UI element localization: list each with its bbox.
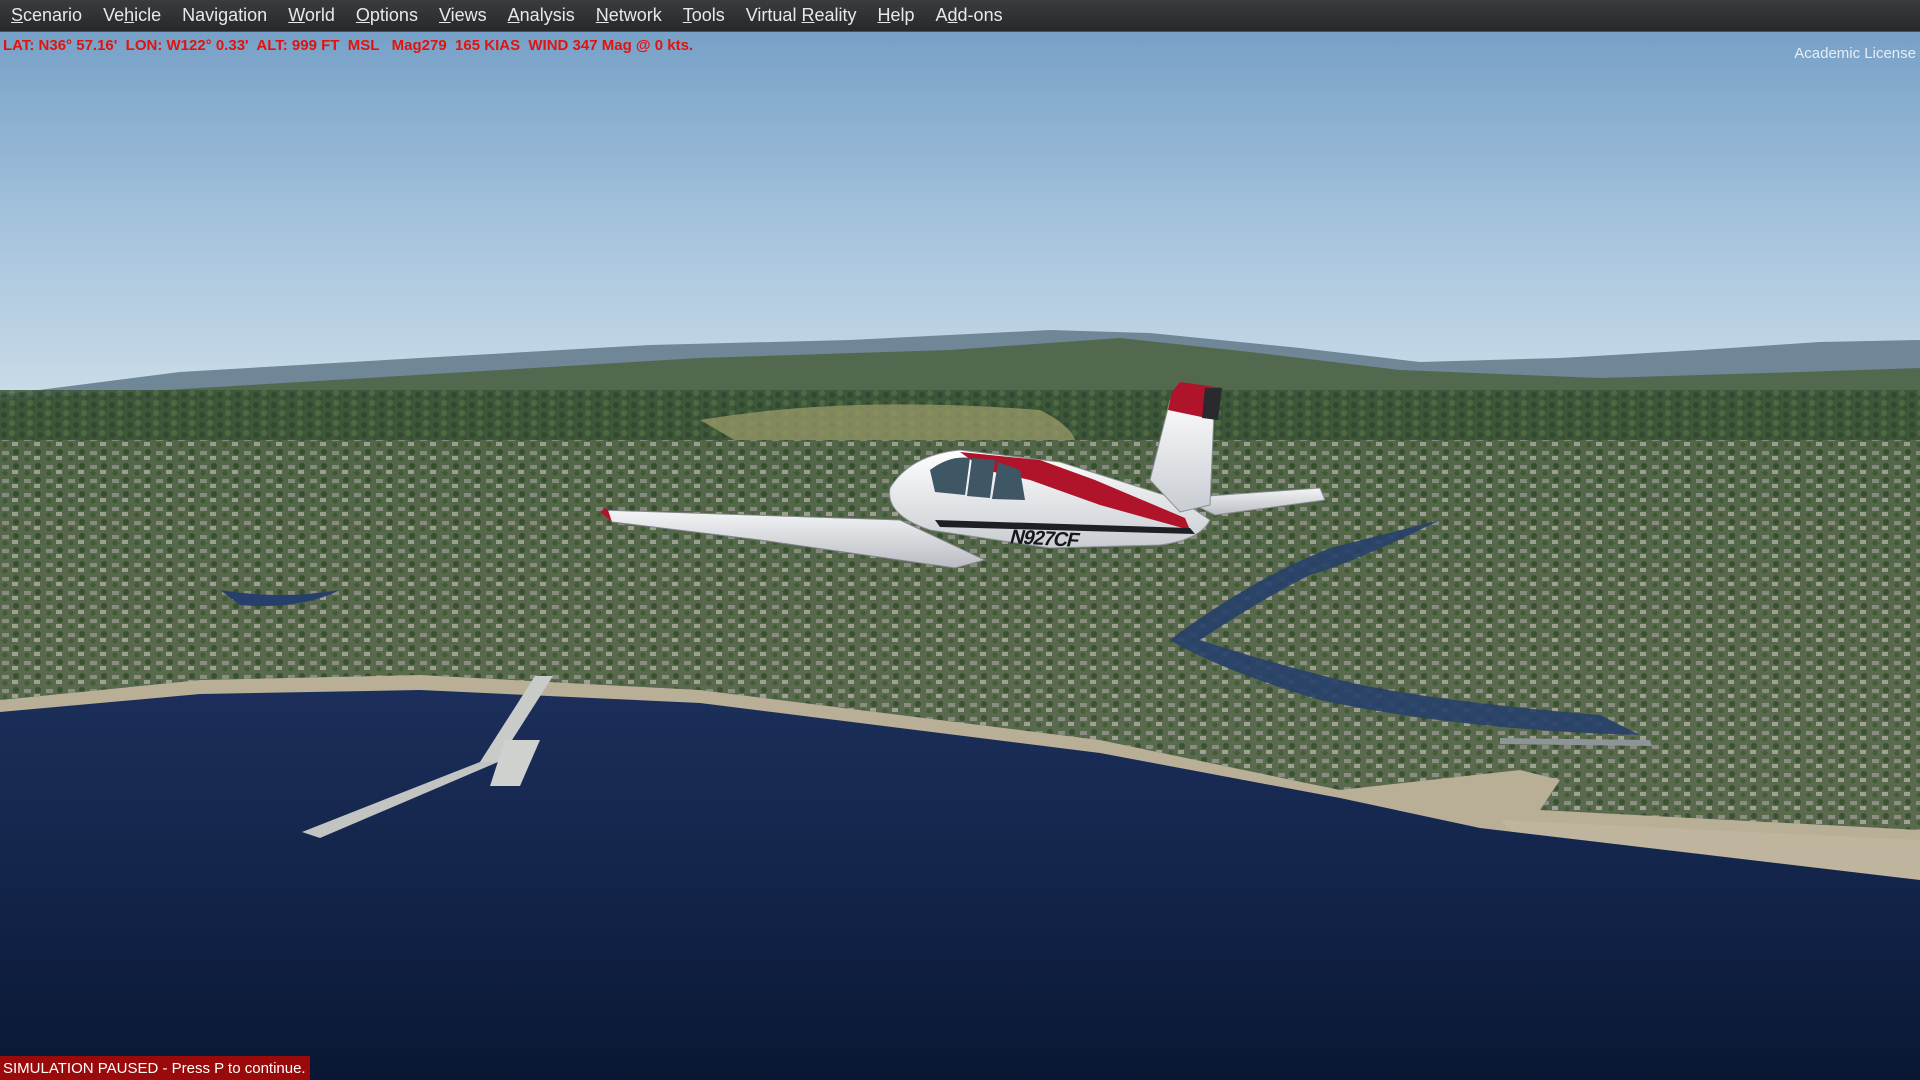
- flight-view[interactable]: [0, 0, 1920, 1080]
- menu-help[interactable]: Help: [869, 1, 927, 30]
- simulator-window: N927CF Scenario Vehicle Navigation World Opt…: [0, 0, 1920, 1080]
- license-label: Academic License: [1794, 45, 1916, 62]
- menu-options[interactable]: Options: [348, 1, 431, 30]
- aircraft-registration: N927CF: [1007, 526, 1082, 552]
- menu-network[interactable]: Network: [588, 1, 675, 30]
- menu-views[interactable]: Views: [431, 1, 500, 30]
- flight-data-readout: LAT: N36° 57.16' LON: W122° 0.33' ALT: 9…: [3, 37, 694, 54]
- simulation-paused-banner[interactable]: SIMULATION PAUSED - Press P to continue.: [0, 1056, 310, 1080]
- menu-navigation[interactable]: Navigation: [174, 1, 280, 30]
- menu-addons[interactable]: Add-ons: [928, 1, 1016, 30]
- menu-virtual-reality[interactable]: Virtual Reality: [738, 1, 870, 30]
- menu-analysis[interactable]: Analysis: [500, 1, 588, 30]
- menu-bar: Scenario Vehicle Navigation World Options Vie…: [0, 0, 1920, 32]
- menu-scenario[interactable]: Scenario: [3, 1, 95, 30]
- menu-vehicle[interactable]: Vehicle: [95, 1, 174, 30]
- menu-tools[interactable]: Tools: [675, 1, 738, 30]
- menu-world[interactable]: World: [280, 1, 348, 30]
